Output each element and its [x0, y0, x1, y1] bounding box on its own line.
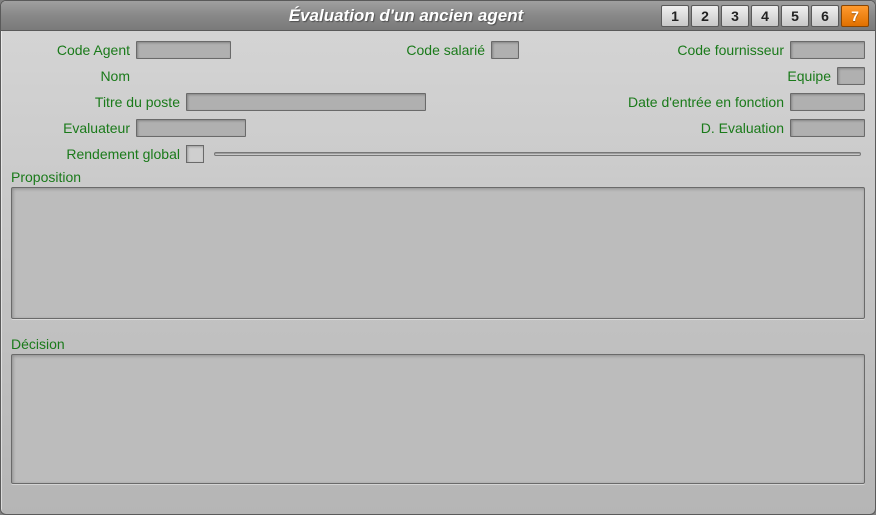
- form-body: Code Agent Code salarié Code fournisseur…: [1, 31, 875, 499]
- code-salarie-field[interactable]: [491, 41, 519, 59]
- label-rendement-global: Rendement global: [11, 146, 186, 162]
- tab-7[interactable]: 7: [841, 5, 869, 27]
- label-code-agent: Code Agent: [11, 42, 136, 58]
- rendement-global-checkbox[interactable]: [186, 145, 204, 163]
- evaluateur-field[interactable]: [136, 119, 246, 137]
- window-title: Évaluation d'un ancien agent: [1, 6, 661, 26]
- label-d-evaluation: D. Evaluation: [701, 120, 790, 136]
- tab-strip: 1 2 3 4 5 6 7: [661, 5, 869, 27]
- titlebar: Évaluation d'un ancien agent 1 2 3 4 5 6…: [1, 1, 875, 31]
- label-evaluateur: Evaluateur: [11, 120, 136, 136]
- label-code-fournisseur: Code fournisseur: [677, 42, 790, 58]
- tab-6[interactable]: 6: [811, 5, 839, 27]
- d-evaluation-field[interactable]: [790, 119, 865, 137]
- label-proposition: Proposition: [11, 169, 865, 185]
- titre-poste-field[interactable]: [186, 93, 426, 111]
- tab-5[interactable]: 5: [781, 5, 809, 27]
- label-titre-poste: Titre du poste: [11, 94, 186, 110]
- tab-2[interactable]: 2: [691, 5, 719, 27]
- label-nom: Nom: [11, 68, 136, 84]
- code-agent-field[interactable]: [136, 41, 231, 59]
- proposition-textarea[interactable]: [11, 187, 865, 319]
- tab-3[interactable]: 3: [721, 5, 749, 27]
- label-decision: Décision: [11, 336, 865, 352]
- decision-textarea[interactable]: [11, 354, 865, 484]
- tab-4[interactable]: 4: [751, 5, 779, 27]
- label-date-entree: Date d'entrée en fonction: [628, 94, 790, 110]
- window: Évaluation d'un ancien agent 1 2 3 4 5 6…: [0, 0, 876, 515]
- code-fournisseur-field[interactable]: [790, 41, 865, 59]
- label-equipe: Equipe: [787, 68, 837, 84]
- label-code-salarie: Code salarié: [371, 42, 491, 58]
- rendement-slider[interactable]: [214, 152, 861, 156]
- date-entree-field[interactable]: [790, 93, 865, 111]
- equipe-field[interactable]: [837, 67, 865, 85]
- tab-1[interactable]: 1: [661, 5, 689, 27]
